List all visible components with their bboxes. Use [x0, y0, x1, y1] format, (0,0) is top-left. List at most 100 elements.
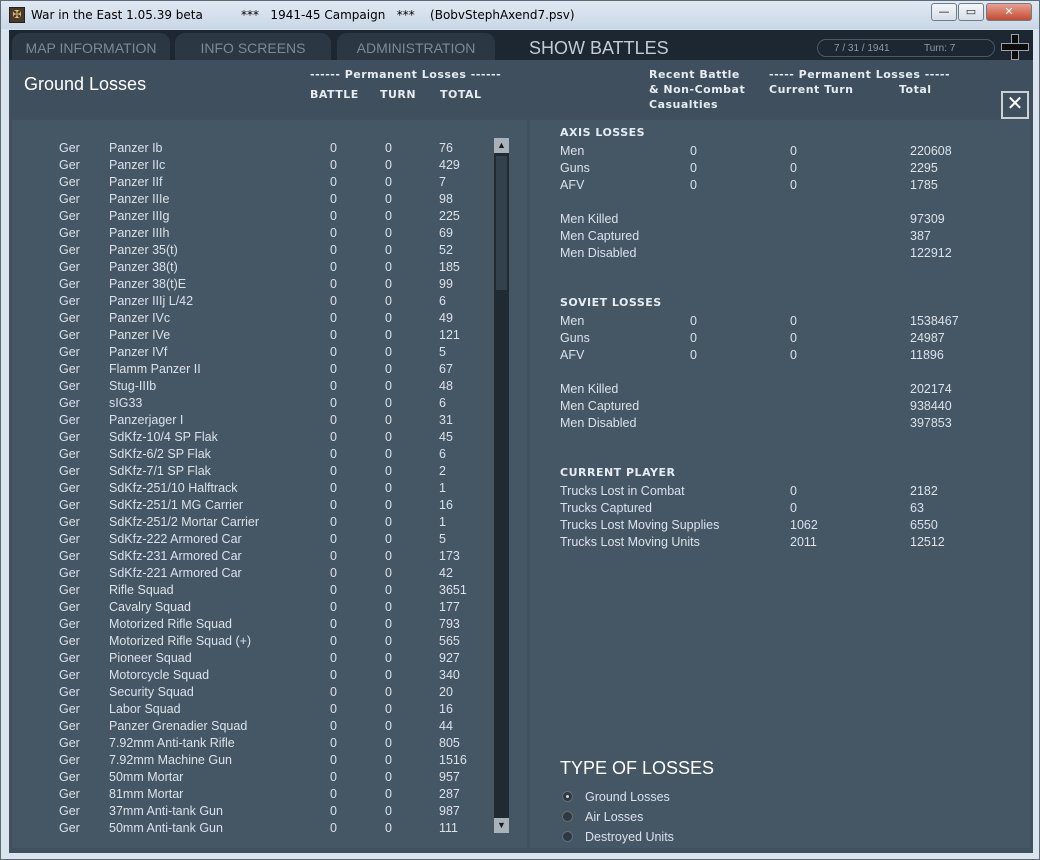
minimize-button[interactable]: — — [931, 3, 957, 21]
unit-name: SdKfz-221 Armored Car — [109, 566, 242, 580]
unit-loss-row[interactable]: Ger SdKfz-10/4 SP Flak 0 0 45 — [12, 429, 492, 446]
unit-loss-row[interactable]: Ger Panzer 38(t)E 0 0 99 — [12, 276, 492, 293]
unit-loss-row[interactable]: Ger SdKfz-222 Armored Car 0 0 5 — [12, 531, 492, 548]
unit-loss-row[interactable]: Ger 50mm Anti-tank Gun 0 0 111 — [12, 820, 492, 834]
unit-loss-row[interactable]: Ger Cavalry Squad 0 0 177 — [12, 599, 492, 616]
unit-loss-row[interactable]: Ger Flamm Panzer II 0 0 67 — [12, 361, 492, 378]
radio-selected-icon[interactable] — [562, 791, 573, 802]
unit-loss-row[interactable]: Ger Panzer IIIe 0 0 98 — [12, 191, 492, 208]
unit-loss-row[interactable]: Ger SdKfz-231 Armored Car 0 0 173 — [12, 548, 492, 565]
unit-loss-row[interactable]: Ger Pioneer Squad 0 0 927 — [12, 650, 492, 667]
soviet-row-men-disabled: Men Disabled 397853 — [560, 416, 952, 430]
soviet-row-men: Men 0 0 1538467 — [560, 314, 959, 328]
unit-name: Cavalry Squad — [109, 600, 191, 614]
unit-loss-row[interactable]: Ger 50mm Mortar 0 0 957 — [12, 769, 492, 786]
unit-loss-row[interactable]: Ger Panzer Grenadier Squad 0 0 44 — [12, 718, 492, 735]
unit-loss-row[interactable]: Ger sIG33 0 0 6 — [12, 395, 492, 412]
unit-loss-row[interactable]: Ger Rifle Squad 0 0 3651 — [12, 582, 492, 599]
unit-loss-row[interactable]: Ger SdKfz-7/1 SP Flak 0 0 2 — [12, 463, 492, 480]
unit-loss-row[interactable]: Ger Stug-IIIb 0 0 48 — [12, 378, 492, 395]
radio-unselected-icon[interactable] — [562, 811, 573, 822]
close-panel-button[interactable]: ✕ — [1001, 91, 1029, 119]
unit-turn-losses: 0 — [385, 498, 392, 512]
unit-loss-row[interactable]: Ger SdKfz-251/2 Mortar Carrier 0 0 1 — [12, 514, 492, 531]
unit-turn-losses: 0 — [385, 294, 392, 308]
radio-unselected-icon[interactable] — [562, 831, 573, 842]
unit-total-losses: 565 — [439, 634, 460, 648]
unit-nationality: Ger — [59, 413, 80, 427]
unit-loss-row[interactable]: Ger Panzer IIc 0 0 429 — [12, 157, 492, 174]
unit-loss-row[interactable]: Ger SdKfz-6/2 SP Flak 0 0 6 — [12, 446, 492, 463]
unit-total-losses: 225 — [439, 209, 460, 223]
unit-nationality: Ger — [59, 192, 80, 206]
unit-nationality: Ger — [59, 753, 80, 767]
player-row-trucks-supplies: Trucks Lost Moving Supplies 1062 6550 — [560, 518, 938, 532]
title-bar[interactable]: ✠ War in the East 1.05.39 beta *** 1941-… — [1, 1, 1039, 29]
unit-loss-row[interactable]: Ger Labor Squad 0 0 16 — [12, 701, 492, 718]
unit-loss-row[interactable]: Ger Panzer IIf 0 0 7 — [12, 174, 492, 191]
unit-name: 7.92mm Anti-tank Rifle — [109, 736, 235, 750]
unit-loss-row[interactable]: Ger Panzer IIIj L/42 0 0 6 — [12, 293, 492, 310]
maximize-button[interactable]: ▭ — [958, 3, 984, 21]
recent-battle-header: Recent Battle — [649, 68, 740, 81]
unit-name: SdKfz-251/2 Mortar Carrier — [109, 515, 260, 529]
unit-loss-row[interactable]: Ger 81mm Mortar 0 0 287 — [12, 786, 492, 803]
unit-battle-losses: 0 — [330, 413, 337, 427]
unit-total-losses: 340 — [439, 668, 460, 682]
scroll-down-arrow-icon[interactable]: ▼ — [494, 818, 509, 833]
unit-loss-row[interactable]: Ger Panzer IIIg 0 0 225 — [12, 208, 492, 225]
vertical-scrollbar[interactable]: ▲ ▼ — [494, 138, 509, 833]
unit-battle-losses: 0 — [330, 192, 337, 206]
unit-turn-losses: 0 — [385, 175, 392, 189]
unit-turn-losses: 0 — [385, 770, 392, 784]
unit-total-losses: 31 — [439, 413, 453, 427]
tab-administration[interactable]: ADMINISTRATION — [337, 33, 495, 60]
unit-name: Panzer Ib — [109, 141, 163, 155]
unit-loss-row[interactable]: Ger 7.92mm Machine Gun 0 0 1516 — [12, 752, 492, 769]
unit-loss-row[interactable]: Ger SdKfz-221 Armored Car 0 0 42 — [12, 565, 492, 582]
radio-ground-losses[interactable]: Ground Losses — [560, 788, 860, 806]
unit-nationality: Ger — [59, 481, 80, 495]
unit-turn-losses: 0 — [385, 141, 392, 155]
unit-name: Rifle Squad — [109, 583, 174, 597]
window-title: War in the East 1.05.39 beta *** 1941-45… — [31, 8, 575, 22]
unit-turn-losses: 0 — [385, 702, 392, 716]
unit-loss-row[interactable]: Ger Panzer IVc 0 0 49 — [12, 310, 492, 327]
player-row-trucks-combat: Trucks Lost in Combat 0 2182 — [560, 484, 938, 498]
unit-loss-row[interactable]: Ger Panzerjager I 0 0 31 — [12, 412, 492, 429]
unit-loss-row[interactable]: Ger Security Squad 0 0 20 — [12, 684, 492, 701]
unit-loss-row[interactable]: Ger Panzer 38(t) 0 0 185 — [12, 259, 492, 276]
unit-loss-list[interactable]: Ger Panzer Ib 0 0 76 Ger Panzer IIc 0 0 429 Ger Pan… — [12, 140, 492, 834]
tab-map-information[interactable]: MAP INFORMATION — [12, 33, 170, 60]
unit-name: Panzer IIIh — [109, 226, 170, 240]
scroll-up-arrow-icon[interactable]: ▲ — [494, 138, 509, 153]
close-window-button[interactable]: ✕ — [986, 3, 1032, 21]
scroll-thumb[interactable] — [496, 156, 507, 290]
unit-loss-row[interactable]: Ger Panzer IIIh 0 0 69 — [12, 225, 492, 242]
unit-loss-row[interactable]: Ger Panzer Ib 0 0 76 — [12, 140, 492, 157]
unit-turn-losses: 0 — [385, 447, 392, 461]
unit-loss-row[interactable]: Ger Motorcycle Squad 0 0 340 — [12, 667, 492, 684]
unit-battle-losses: 0 — [330, 141, 337, 155]
unit-name: Panzer 38(t)E — [109, 277, 187, 291]
unit-battle-losses: 0 — [330, 787, 337, 801]
unit-loss-row[interactable]: Ger 37mm Anti-tank Gun 0 0 987 — [12, 803, 492, 820]
unit-loss-row[interactable]: Ger Panzer IVe 0 0 121 — [12, 327, 492, 344]
unit-turn-losses: 0 — [385, 668, 392, 682]
tab-show-battles[interactable]: SHOW BATTLES — [529, 33, 669, 63]
tab-info-screens[interactable]: INFO SCREENS — [175, 33, 331, 60]
unit-turn-losses: 0 — [385, 209, 392, 223]
unit-loss-row[interactable]: Ger Motorized Rifle Squad (+) 0 0 565 — [12, 633, 492, 650]
unit-turn-losses: 0 — [385, 226, 392, 240]
unit-loss-row[interactable]: Ger Panzer IVf 0 0 5 — [12, 344, 492, 361]
unit-nationality: Ger — [59, 294, 80, 308]
app-window: ✠ War in the East 1.05.39 beta *** 1941-… — [0, 0, 1040, 860]
unit-loss-row[interactable]: Ger Panzer 35(t) 0 0 52 — [12, 242, 492, 259]
radio-destroyed-units[interactable]: Destroyed Units — [560, 828, 860, 846]
unit-loss-row[interactable]: Ger Motorized Rifle Squad 0 0 793 — [12, 616, 492, 633]
unit-loss-row[interactable]: Ger SdKfz-251/1 MG Carrier 0 0 16 — [12, 497, 492, 514]
axis-row-men: Men 0 0 220608 — [560, 144, 952, 158]
radio-air-losses[interactable]: Air Losses — [560, 808, 860, 826]
unit-loss-row[interactable]: Ger 7.92mm Anti-tank Rifle 0 0 805 — [12, 735, 492, 752]
unit-loss-row[interactable]: Ger SdKfz-251/10 Halftrack 0 0 1 — [12, 480, 492, 497]
